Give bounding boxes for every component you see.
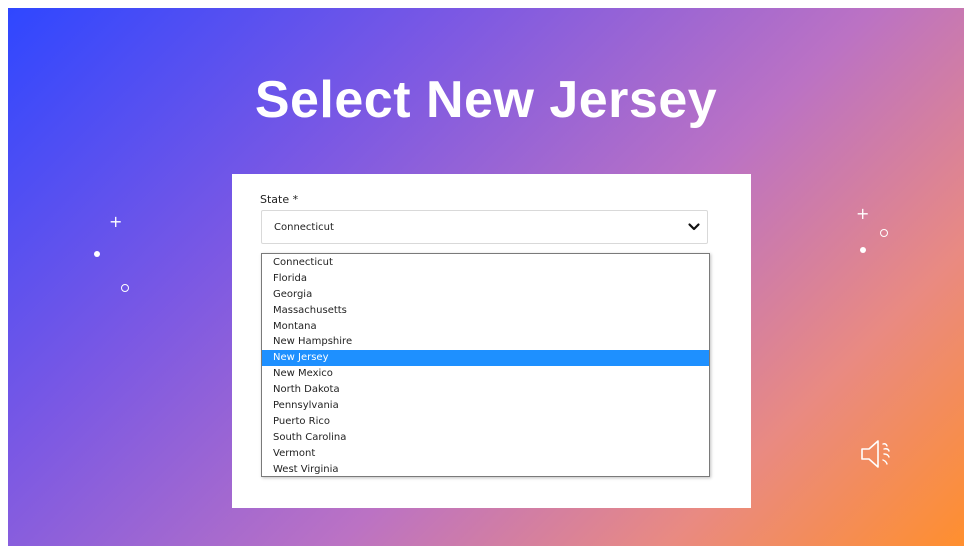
dropdown-option[interactable]: New Jersey [262, 350, 709, 367]
dropdown-option[interactable]: Georgia [262, 287, 709, 303]
form-panel: State * Connecticut Connecticut Florida Ge… [232, 174, 751, 508]
dropdown-option[interactable]: New Hampshire [262, 334, 709, 350]
dropdown-option[interactable]: Pennsylvania [262, 398, 709, 414]
dropdown-option[interactable]: New Mexico [262, 366, 709, 382]
chevron-down-icon [688, 223, 700, 231]
state-select-value: Connecticut [274, 222, 334, 233]
sparkle-dot-icon [94, 251, 100, 257]
dropdown-option[interactable]: Connecticut [262, 255, 709, 271]
sparkle-plus-icon: + [109, 212, 123, 231]
sparkle-dot-icon [860, 247, 866, 253]
state-label: State * [260, 193, 299, 206]
sparkle-plus-icon: + [856, 204, 870, 223]
dropdown-option[interactable]: Vermont [262, 446, 709, 462]
dropdown-option[interactable]: South Carolina [262, 430, 709, 446]
slide-background: Select New Jersey + + State * Connecticu… [8, 8, 964, 546]
speaker-icon[interactable] [858, 434, 898, 474]
dropdown-option[interactable]: Puerto Rico [262, 414, 709, 430]
sparkle-ring-icon [121, 284, 129, 292]
slide-title: Select New Jersey [254, 71, 718, 129]
dropdown-option[interactable]: West Virginia [262, 462, 709, 478]
dropdown-option[interactable]: North Dakota [262, 382, 709, 398]
dropdown-option[interactable]: Massachusetts [262, 303, 709, 319]
state-select[interactable]: Connecticut [261, 210, 708, 244]
state-dropdown-list[interactable]: Connecticut Florida Georgia Massachusetts Mo… [261, 253, 710, 477]
dropdown-option[interactable]: Montana [262, 319, 709, 335]
sparkle-ring-icon [880, 229, 888, 237]
dropdown-option[interactable]: Florida [262, 271, 709, 287]
